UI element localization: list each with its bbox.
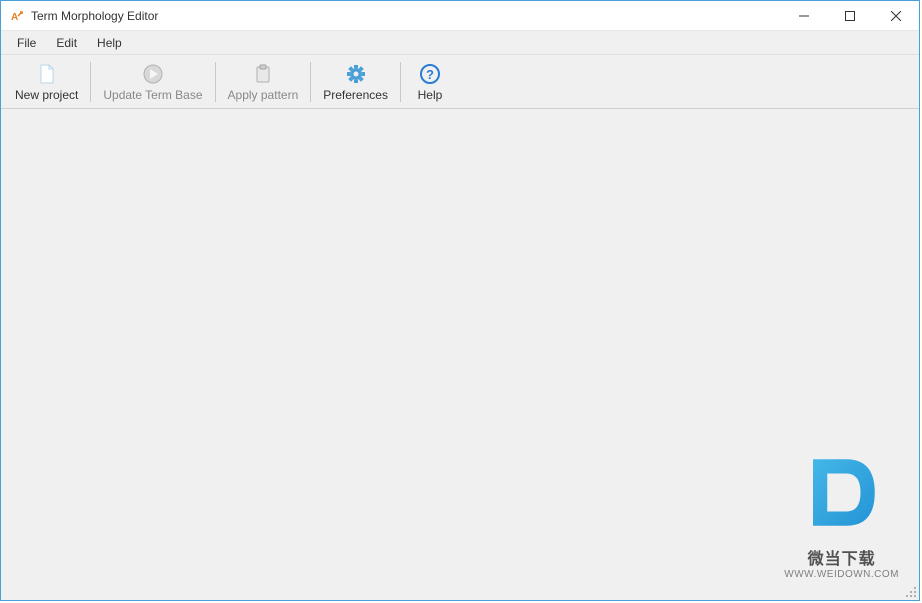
titlebar: A Term Morphology Editor: [1, 1, 919, 31]
clipboard-icon: [251, 62, 275, 86]
help-button[interactable]: ? Help: [405, 58, 455, 106]
content-area: 微当下载 WWW.WEIDOWN.COM: [1, 109, 919, 600]
preferences-label: Preferences: [323, 88, 388, 102]
app-title: Term Morphology Editor: [31, 9, 158, 23]
watermark-logo-icon: [794, 445, 889, 540]
toolbar: New project Update Term Base Apply patte…: [1, 55, 919, 109]
minimize-button[interactable]: [781, 1, 827, 30]
new-project-button[interactable]: New project: [7, 58, 86, 106]
watermark-text2: WWW.WEIDOWN.COM: [784, 569, 899, 580]
app-icon: A: [9, 8, 25, 24]
new-project-label: New project: [15, 88, 78, 102]
play-icon: [141, 62, 165, 86]
maximize-button[interactable]: [827, 1, 873, 30]
help-label: Help: [418, 88, 443, 102]
toolbar-separator: [400, 62, 401, 102]
svg-text:A: A: [11, 12, 18, 23]
menubar: File Edit Help: [1, 31, 919, 55]
menu-edit[interactable]: Edit: [46, 33, 87, 53]
gear-icon: [344, 62, 368, 86]
apply-pattern-label: Apply pattern: [228, 88, 299, 102]
menu-file[interactable]: File: [7, 33, 46, 53]
svg-text:?: ?: [426, 67, 434, 82]
preferences-button[interactable]: Preferences: [315, 58, 396, 106]
toolbar-separator: [310, 62, 311, 102]
app-window: A Term Morphology Editor File Edit Help: [0, 0, 920, 601]
close-button[interactable]: [873, 1, 919, 30]
apply-pattern-button: Apply pattern: [220, 58, 307, 106]
new-file-icon: [35, 62, 59, 86]
window-controls: [781, 1, 919, 30]
update-term-base-button: Update Term Base: [95, 58, 210, 106]
help-icon: ?: [418, 62, 442, 86]
watermark-text1: 微当下载: [784, 545, 899, 569]
titlebar-left: A Term Morphology Editor: [9, 8, 158, 24]
toolbar-separator: [215, 62, 216, 102]
toolbar-separator: [90, 62, 91, 102]
watermark: 微当下载 WWW.WEIDOWN.COM: [784, 445, 899, 580]
menu-help[interactable]: Help: [87, 33, 132, 53]
resize-grip[interactable]: [903, 584, 917, 598]
update-term-base-label: Update Term Base: [103, 88, 202, 102]
